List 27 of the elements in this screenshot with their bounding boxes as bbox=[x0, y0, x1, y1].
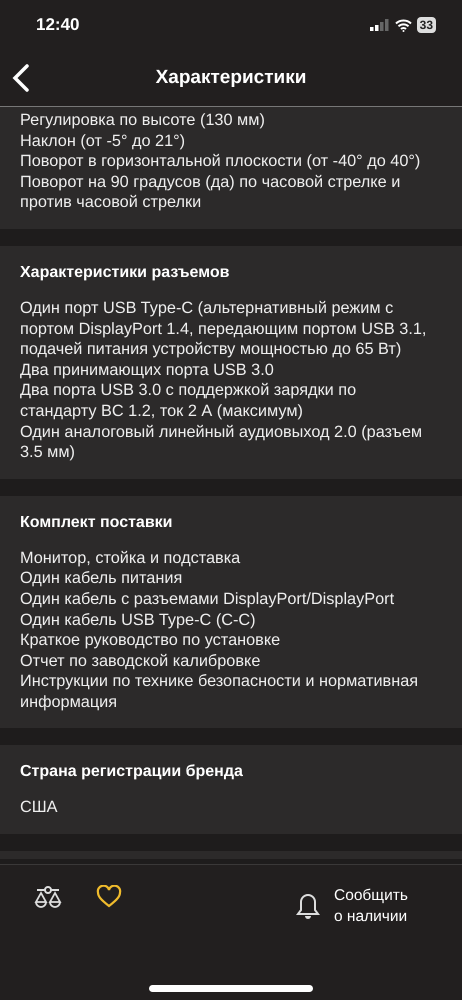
spec-item: Инструкции по технике безопасности и нормативная информация bbox=[20, 671, 420, 712]
spec-item: Отчет по заводской калибровке bbox=[20, 650, 262, 672]
signal-icon bbox=[370, 19, 390, 31]
spec-item: Один порт USB Type-C (альтернативный режим с портом DisplayPort 1.4, передающим портом USB 3.1, подачей питания устройству мощностью до 65 Вт) bbox=[20, 298, 428, 360]
page-title: Характеристики bbox=[154, 67, 308, 89]
spec-item: Один кабель с разъемами DisplayPort/DisplayPort bbox=[20, 588, 396, 610]
spec-item: Поворот на 90 градусов (да) по часовой стрелке и против часовой стрелки bbox=[20, 172, 402, 213]
spec-item: Поворот в горизонтальной плоскости (от -40° до 40°) bbox=[20, 151, 422, 172]
spec-item: Краткое руководство по установке bbox=[20, 630, 282, 651]
spec-item: Два принимающих порта USB 3.0 bbox=[20, 360, 275, 380]
spec-item: Два порта USB 3.0 с поддержкой зарядки по стандарту BC 1.2, ток 2 А (максимум) bbox=[20, 380, 358, 422]
spec-item: Наклон (от -5° до 21°) bbox=[20, 130, 186, 152]
back-button[interactable] bbox=[10, 64, 32, 92]
section-title: Характеристики разъемов bbox=[20, 264, 230, 282]
spec-item: Один кабель USB Type-C (C-C) bbox=[20, 610, 257, 630]
bell-icon bbox=[296, 892, 320, 920]
section-title: Комплект поставки bbox=[20, 514, 174, 532]
spec-item: Монитор, стойка и подставка bbox=[20, 548, 242, 568]
notify-button[interactable]: Сообщить о наличии bbox=[296, 885, 412, 927]
section-title: Страна регистрации бренда bbox=[20, 763, 244, 782]
spec-item: Регулировка по высоте (130 мм) bbox=[20, 110, 266, 131]
battery-level: 33 bbox=[416, 17, 436, 33]
spec-item: Один кабель питания bbox=[20, 568, 184, 589]
status-time: 12:40 bbox=[36, 15, 80, 35]
spec-item: Один аналоговый линейный аудиовыход 2.0 (разъем 3.5 мм) bbox=[20, 422, 424, 463]
spec-item: США bbox=[20, 797, 59, 818]
wifi-icon bbox=[394, 18, 412, 32]
